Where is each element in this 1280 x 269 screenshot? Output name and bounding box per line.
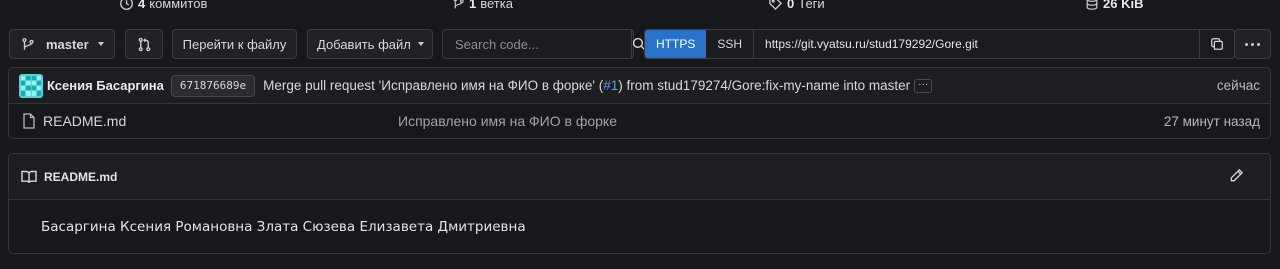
commit-author[interactable]: Ксения Басаргина <box>47 78 164 93</box>
tag-icon <box>769 0 783 11</box>
readme-header: README.md <box>9 154 1270 200</box>
commits-count: 4 <box>138 0 146 11</box>
database-icon <box>1086 0 1098 10</box>
add-file-label: Добавить файл <box>317 36 411 52</box>
clone-url[interactable]: https://git.vyatsu.ru/stud179292/Gore.gi… <box>754 30 1199 58</box>
pencil-icon[interactable] <box>1229 168 1244 183</box>
commit-message-start: Merge pull request 'Исправлено имя на ФИ… <box>263 78 604 93</box>
branch-icon <box>22 37 34 50</box>
branches-count: 1 <box>469 0 477 11</box>
branches-stat[interactable]: 1 ветка <box>452 0 513 11</box>
latest-commit-row: Ксения Басаргина 671876689e Merge pull r… <box>9 68 1270 104</box>
branch-icon <box>453 0 464 9</box>
file-icon <box>23 113 35 129</box>
file-commit-message[interactable]: Исправлено имя на ФИО в форке <box>398 113 617 129</box>
commits-label: коммитов <box>149 0 208 11</box>
file-commit-time: 27 минут назад <box>1163 113 1260 129</box>
repo-stats-bar: 4 коммитов 1 ветка 0 Теги 26 KiB <box>0 0 1280 14</box>
size-value: 26 KiB <box>1103 0 1144 11</box>
history-icon <box>120 0 133 10</box>
code-search <box>442 29 646 59</box>
tags-label: Теги <box>798 0 825 11</box>
chevron-down-icon <box>417 42 424 46</box>
avatar[interactable] <box>19 73 43 98</box>
more-options-button[interactable] <box>1234 29 1271 59</box>
repo-toolbar: master Перейти к файлу Добавить файл HTT… <box>0 29 1280 59</box>
size-stat: 26 KiB <box>1085 0 1143 11</box>
file-name[interactable]: README.md <box>43 113 126 129</box>
pull-request-icon <box>138 37 150 51</box>
branch-selector[interactable]: master <box>9 29 115 59</box>
branches-label: ветка <box>480 0 513 11</box>
add-file-dropdown[interactable]: Добавить файл <box>307 29 433 59</box>
commit-message[interactable]: Merge pull request 'Исправлено имя на ФИ… <box>263 78 910 93</box>
commit-time: сейчас <box>1216 78 1260 93</box>
clone-url-panel: HTTPS SSH https://git.vyatsu.ru/stud1792… <box>644 29 1235 59</box>
readme-title: README.md <box>44 169 118 184</box>
kebab-dot <box>1257 42 1260 46</box>
file-row[interactable]: README.md Исправлено имя на ФИО в форке … <box>9 104 1270 138</box>
commit-message-end: ) from stud179274/Gore:fix-my-name into … <box>618 78 911 93</box>
ssh-tab[interactable]: SSH <box>706 30 755 58</box>
branch-name: master <box>46 36 89 52</box>
search-input[interactable] <box>443 30 631 58</box>
expand-commit-button[interactable]: ··· <box>914 78 933 93</box>
compare-button[interactable] <box>125 29 163 59</box>
readme-content: Басаргина Ксения Романовна Злата Сюзева … <box>41 219 526 235</box>
commit-sha[interactable]: 671876689e <box>170 74 256 97</box>
commits-stat[interactable]: 4 коммитов <box>119 0 207 11</box>
file-listing: Ксения Басаргина 671876689e Merge pull r… <box>8 67 1271 139</box>
goto-file-button[interactable]: Перейти к файлу <box>172 29 297 59</box>
readme-panel: README.md Басаргина Ксения Романовна Зла… <box>8 153 1271 254</box>
kebab-dot <box>1245 42 1248 46</box>
tags-count: 0 <box>787 0 795 11</box>
chevron-down-icon <box>97 42 104 46</box>
goto-file-label: Перейти к файлу <box>182 36 287 52</box>
copy-url-button[interactable] <box>1199 30 1234 58</box>
tags-stat[interactable]: 0 Теги <box>768 0 825 11</box>
pr-link[interactable]: #1 <box>603 78 618 93</box>
book-icon <box>21 170 37 183</box>
kebab-dot <box>1251 42 1254 46</box>
https-tab[interactable]: HTTPS <box>645 30 707 58</box>
copy-icon <box>1211 38 1223 50</box>
